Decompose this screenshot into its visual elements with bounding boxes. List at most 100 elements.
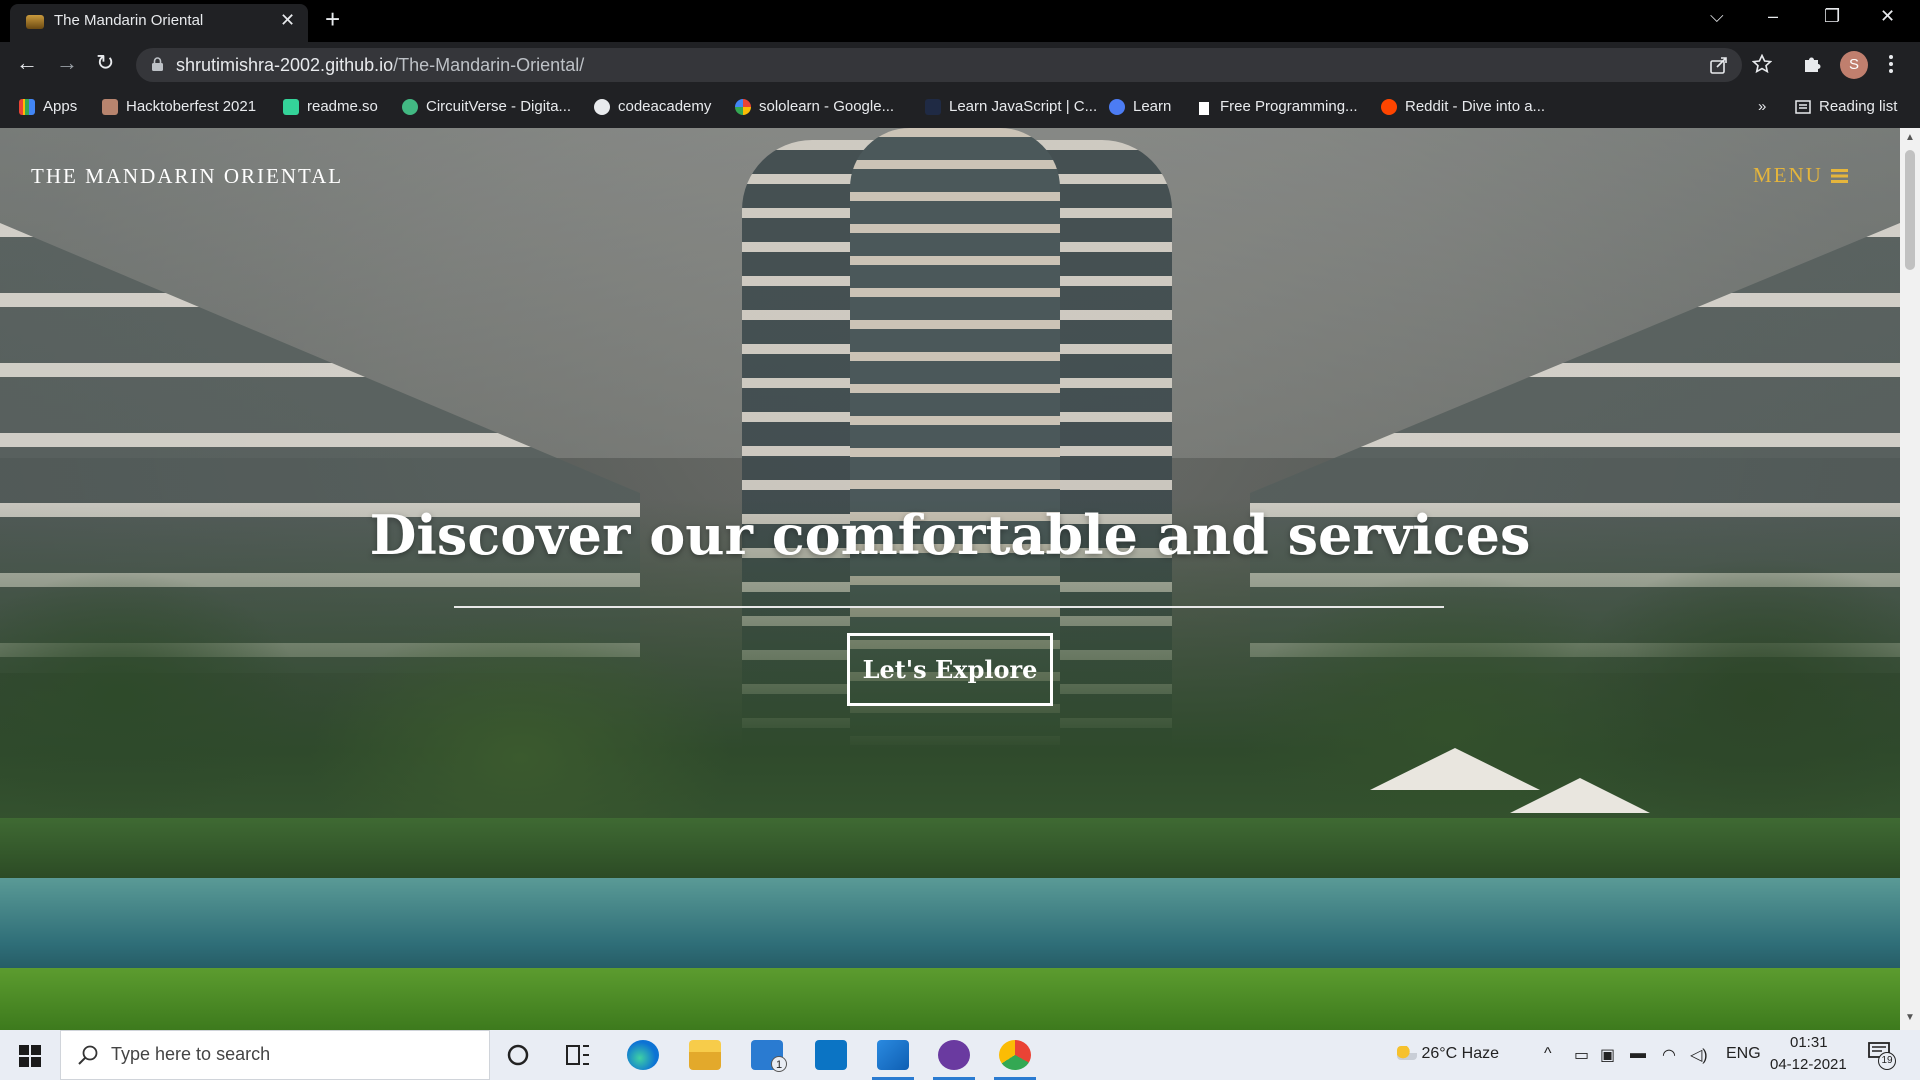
weather-haze-icon — [1397, 1046, 1417, 1060]
bookmarks-overflow-button[interactable]: » — [1758, 98, 1766, 115]
hero-section: THE MANDARIN ORIENTAL MENU Discover our … — [0, 128, 1900, 1030]
volume-icon[interactable]: ◁) — [1690, 1045, 1708, 1065]
more-options-icon[interactable] — [1887, 54, 1895, 74]
globe-icon — [594, 98, 610, 115]
mail-icon[interactable]: 1 — [751, 1040, 787, 1072]
battery-icon[interactable]: ▬ — [1630, 1045, 1646, 1063]
scroll-up-icon[interactable]: ▲ — [1905, 132, 1915, 143]
bookmark-hacktoberfest[interactable]: Hacktoberfest 2021 — [102, 98, 256, 115]
site-favicon-icon — [26, 15, 44, 29]
search-placeholder: Type here to search — [111, 1044, 271, 1064]
file-explorer-icon[interactable] — [689, 1040, 721, 1070]
freecodecamp-icon — [1196, 98, 1212, 115]
bookmark-label: sololearn - Google... — [759, 98, 895, 115]
browser-tab-bar: The Mandarin Oriental ✕ + ⌵ – ❐ ✕ — [0, 0, 1920, 42]
github-desktop-icon[interactable] — [938, 1040, 970, 1070]
bookmark-apps[interactable]: Apps — [19, 98, 77, 115]
bookmark-label: Learn — [1133, 98, 1172, 115]
reading-list-button[interactable]: Reading list — [1795, 98, 1897, 115]
lock-icon[interactable] — [152, 57, 163, 71]
minimize-button[interactable]: – — [1768, 6, 1778, 27]
circuitverse-icon — [402, 98, 418, 115]
bookmark-label: Reddit - Dive into a... — [1405, 98, 1546, 115]
reload-button[interactable]: ↻ — [96, 50, 114, 76]
close-window-button[interactable]: ✕ — [1880, 6, 1895, 27]
scroll-down-icon[interactable]: ▼ — [1905, 1012, 1915, 1023]
language-indicator[interactable]: ENG — [1726, 1045, 1761, 1063]
forward-button[interactable]: → — [56, 50, 78, 76]
bookmark-label: readme.so — [307, 98, 378, 115]
back-button[interactable]: ← — [16, 50, 38, 76]
hero-headline: Discover our comfortable and services — [369, 503, 1531, 567]
clock-time[interactable]: 01:31 — [1790, 1034, 1828, 1051]
page-scrollbar[interactable]: ▲ ▼ — [1900, 128, 1920, 1030]
windows-start-icon[interactable] — [19, 1045, 41, 1067]
show-hidden-icons-icon[interactable]: ^ — [1544, 1045, 1552, 1063]
search-icon — [78, 1045, 98, 1065]
browser-toolbar: ← → ↻ shrutimishra-2002.github.io/The-Ma… — [0, 42, 1920, 88]
hacktoberfest-icon — [102, 98, 118, 115]
bookmark-label: codeacademy — [618, 98, 712, 115]
bookmark-label: Free Programming... — [1220, 98, 1358, 115]
bookmark-codeacademy[interactable]: codeacademy — [594, 98, 711, 115]
wifi-icon[interactable]: ◠ — [1662, 1045, 1676, 1065]
bookmark-sololearn[interactable]: sololearn - Google... — [735, 98, 894, 115]
menu-button[interactable]: MENU — [1753, 163, 1848, 188]
learn-icon — [1109, 98, 1125, 115]
meet-now-icon[interactable]: ▭ — [1574, 1045, 1589, 1065]
task-view-icon[interactable] — [565, 1043, 591, 1067]
browser-tab[interactable]: The Mandarin Oriental ✕ — [10, 4, 308, 42]
dell-app-icon[interactable] — [815, 1040, 847, 1070]
address-bar[interactable]: shrutimishra-2002.github.io/The-Mandarin… — [136, 48, 1742, 82]
url-host: shrutimishra-2002.github.io — [176, 55, 394, 75]
taskbar-search-box[interactable]: Type here to search — [60, 1030, 490, 1080]
bookmarks-bar: Apps Hacktoberfest 2021 readme.so Circui… — [0, 88, 1920, 128]
url-text[interactable]: shrutimishra-2002.github.io/The-Mandarin… — [176, 55, 584, 76]
profile-avatar[interactable]: S — [1840, 51, 1868, 79]
bookmark-star-icon[interactable] — [1752, 54, 1772, 74]
mail-badge: 1 — [771, 1056, 787, 1072]
codecademy-icon — [925, 98, 941, 115]
notifications-button[interactable]: 19 — [1868, 1042, 1896, 1070]
windows-taskbar: Type here to search 1 26°C Haze ^ ▭ ▣ ▬ … — [0, 1030, 1920, 1080]
notification-count: 19 — [1878, 1052, 1896, 1070]
weather-temp: 26°C — [1421, 1045, 1458, 1062]
bookmark-learn-javascript[interactable]: Learn JavaScript | C... — [925, 98, 1097, 115]
reading-list-icon — [1795, 99, 1811, 114]
bookmark-readme[interactable]: readme.so — [283, 98, 378, 115]
tab-close-icon[interactable]: ✕ — [280, 10, 295, 31]
bookmark-free-programming[interactable]: Free Programming... — [1196, 98, 1358, 115]
tab-search-icon[interactable]: ⌵ — [1710, 6, 1724, 27]
hero-divider — [454, 606, 1444, 608]
share-icon[interactable] — [1710, 56, 1728, 74]
display-icon[interactable]: ▣ — [1600, 1045, 1615, 1065]
extensions-puzzle-icon[interactable] — [1802, 54, 1822, 74]
new-tab-button[interactable]: + — [325, 6, 340, 32]
reddit-icon — [1381, 98, 1397, 115]
url-path: /The-Mandarin-Oriental/ — [393, 55, 585, 75]
weather-widget[interactable]: 26°C Haze — [1397, 1045, 1499, 1063]
site-logo[interactable]: THE MANDARIN ORIENTAL — [31, 164, 343, 189]
bookmark-reddit[interactable]: Reddit - Dive into a... — [1381, 98, 1545, 115]
vscode-icon[interactable] — [877, 1040, 909, 1070]
apps-grid-icon — [19, 98, 35, 115]
menu-label: MENU — [1753, 163, 1823, 187]
explore-button[interactable]: Let's Explore — [847, 633, 1053, 706]
edge-browser-icon[interactable] — [627, 1040, 659, 1070]
bookmark-label: Hacktoberfest 2021 — [126, 98, 257, 115]
maximize-button[interactable]: ❐ — [1824, 6, 1840, 27]
tab-title: The Mandarin Oriental — [54, 12, 204, 29]
bookmark-learn[interactable]: Learn — [1109, 98, 1171, 115]
readme-icon — [283, 98, 299, 115]
clock-date[interactable]: 04-12-2021 — [1770, 1056, 1847, 1073]
bookmark-circuitverse[interactable]: CircuitVerse - Digita... — [402, 98, 571, 115]
cortana-icon[interactable] — [505, 1042, 531, 1068]
bookmark-label: CircuitVerse - Digita... — [426, 98, 572, 115]
chrome-icon[interactable] — [999, 1040, 1031, 1070]
weather-condition: Haze — [1461, 1045, 1500, 1062]
hamburger-icon — [1830, 168, 1848, 183]
reading-list-label: Reading list — [1819, 98, 1898, 115]
bookmark-label: Learn JavaScript | C... — [949, 98, 1098, 115]
scroll-thumb[interactable] — [1905, 150, 1915, 270]
hero-foreground-plants — [0, 968, 1900, 1030]
